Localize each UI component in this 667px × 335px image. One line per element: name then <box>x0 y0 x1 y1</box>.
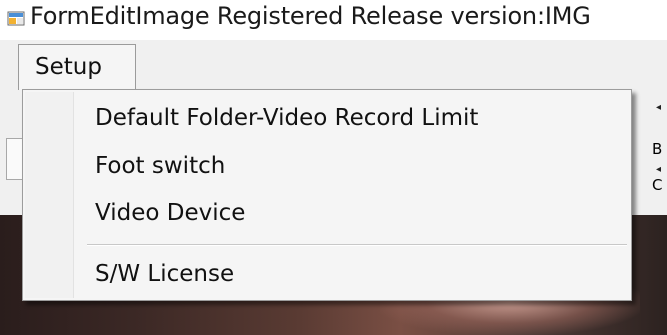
menu-separator <box>87 244 627 246</box>
menu-bar: Setup <box>0 40 667 90</box>
background-label-b: B <box>652 140 663 158</box>
title-bar: FormEditImage Registered Release version… <box>0 0 667 40</box>
spin-arrow-icon: ◂ <box>656 102 662 113</box>
menu-item-video-device[interactable]: Video Device <box>95 198 245 228</box>
setup-dropdown-menu: Default Folder-Video Record Limit Foot s… <box>22 89 632 301</box>
menu-item-sw-license[interactable]: S/W License <box>95 259 234 289</box>
window-title: FormEditImage Registered Release version… <box>30 2 591 30</box>
app-icon <box>7 11 25 26</box>
background-label-c: C <box>652 176 663 194</box>
menu-icon-gutter <box>25 92 74 298</box>
spin-arrow-icon: ◂ <box>656 164 662 175</box>
menu-item-foot-switch[interactable]: Foot switch <box>95 151 225 181</box>
menu-item-default-folder-video-record-limit[interactable]: Default Folder-Video Record Limit <box>95 103 478 133</box>
setup-menu[interactable]: Setup <box>18 44 136 90</box>
